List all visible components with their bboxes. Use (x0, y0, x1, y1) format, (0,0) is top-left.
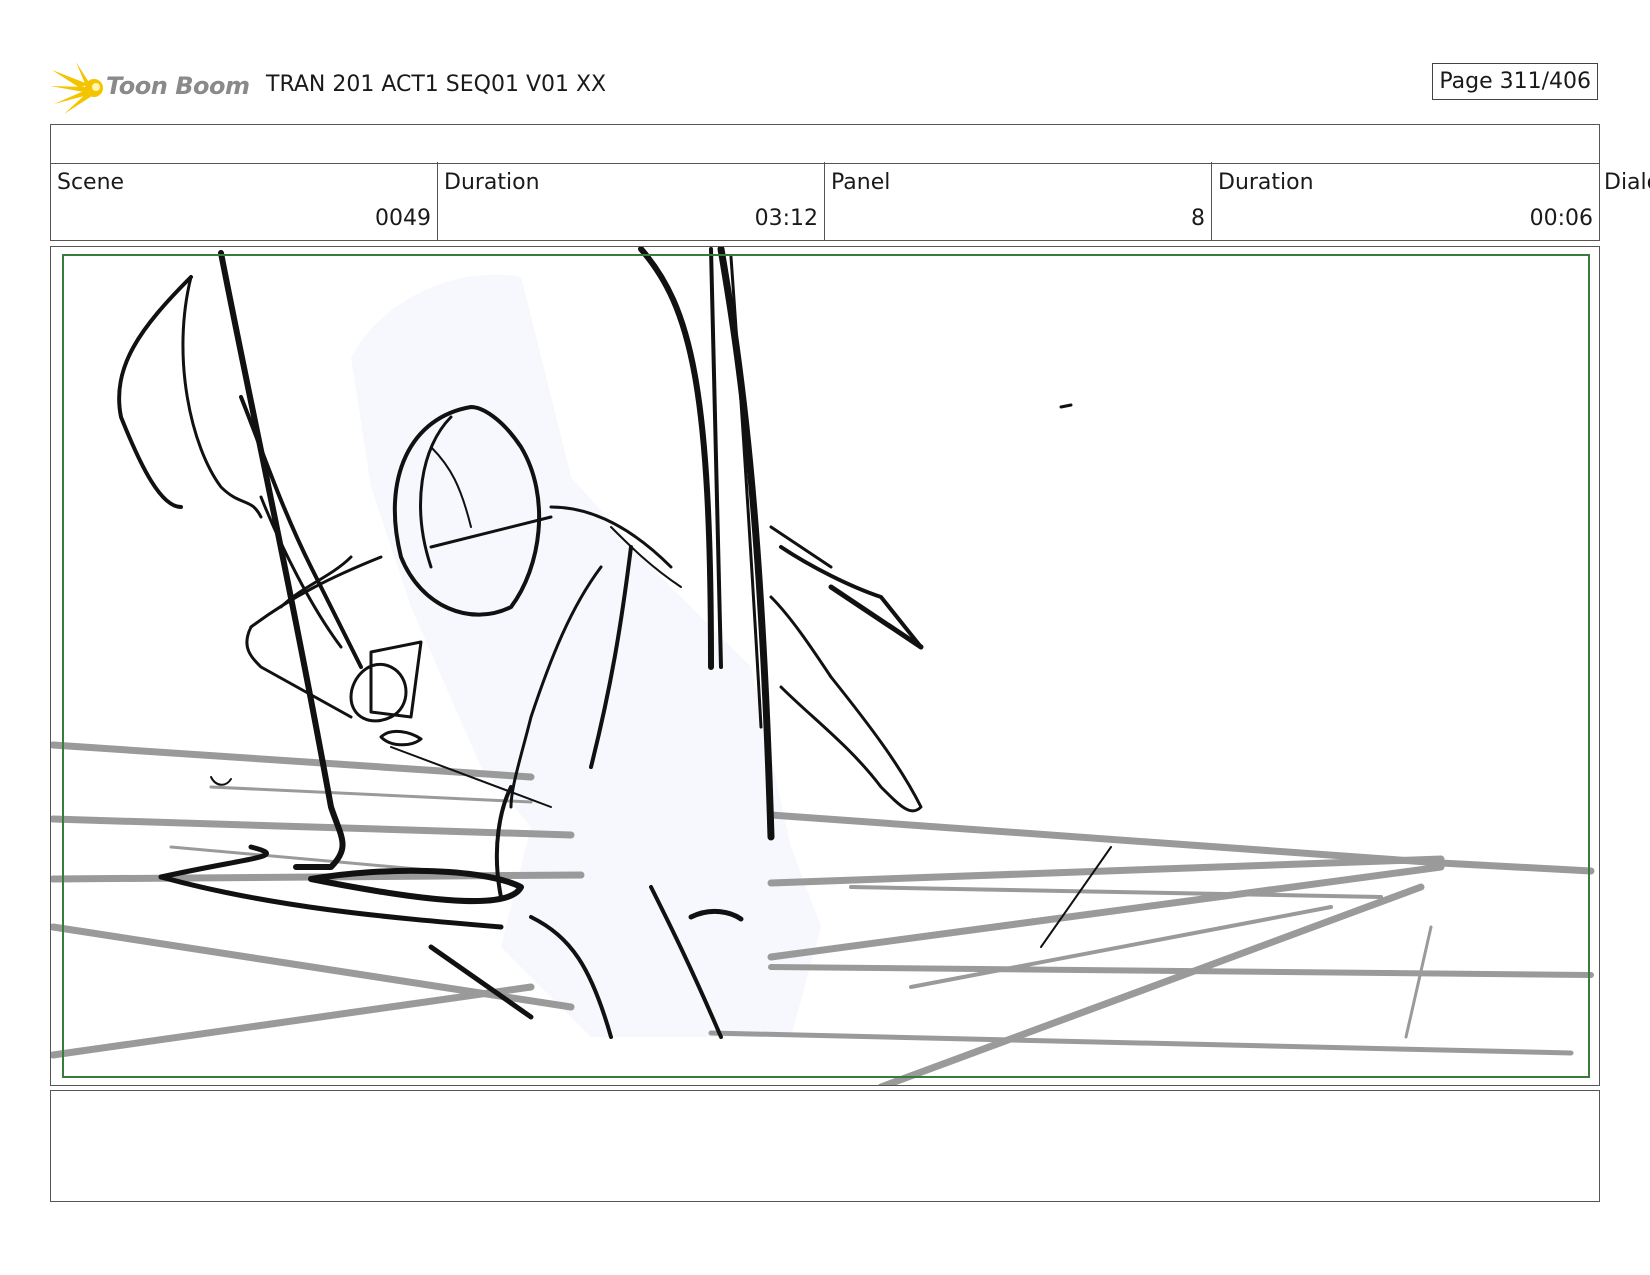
panel-duration-cell: Duration 00:06 (1212, 162, 1599, 240)
scene-info-row: Scene 0049 Duration 03:12 Panel 8 Durati… (50, 162, 1600, 241)
dialog-label: Dialo (1604, 170, 1650, 195)
scene-label: Scene (57, 170, 125, 195)
panel-value: 8 (1191, 206, 1205, 231)
panel-cell: Panel 8 (825, 162, 1212, 240)
floor-lines (51, 741, 1595, 1085)
page-header: Toon Boom TRAN 201 ACT1 SEQ01 V01 XX Pag… (50, 55, 1600, 115)
blank-header-row (50, 124, 1600, 164)
document-title: TRAN 201 ACT1 SEQ01 V01 XX (266, 72, 607, 97)
panel-duration-value: 00:06 (1529, 206, 1593, 231)
figure-fill (351, 274, 821, 1037)
toon-boom-logo: Toon Boom (50, 60, 250, 116)
panel-notes-box (50, 1090, 1600, 1202)
star-burst-icon (50, 62, 103, 114)
scene-duration-label: Duration (444, 170, 540, 195)
page-indicator: Page 311/406 (1432, 63, 1598, 100)
panel-label: Panel (831, 170, 891, 195)
scene-duration-cell: Duration 03:12 (438, 162, 825, 240)
scene-duration-value: 03:12 (754, 206, 818, 231)
scene-cell: Scene 0049 (51, 162, 438, 240)
logo-wordmark: Toon Boom (106, 72, 250, 100)
scene-value: 0049 (375, 206, 431, 231)
safe-frame (62, 254, 1590, 1078)
storyboard-panel (50, 246, 1600, 1086)
panel-duration-label: Duration (1218, 170, 1314, 195)
panel-sketch (51, 247, 1595, 1085)
